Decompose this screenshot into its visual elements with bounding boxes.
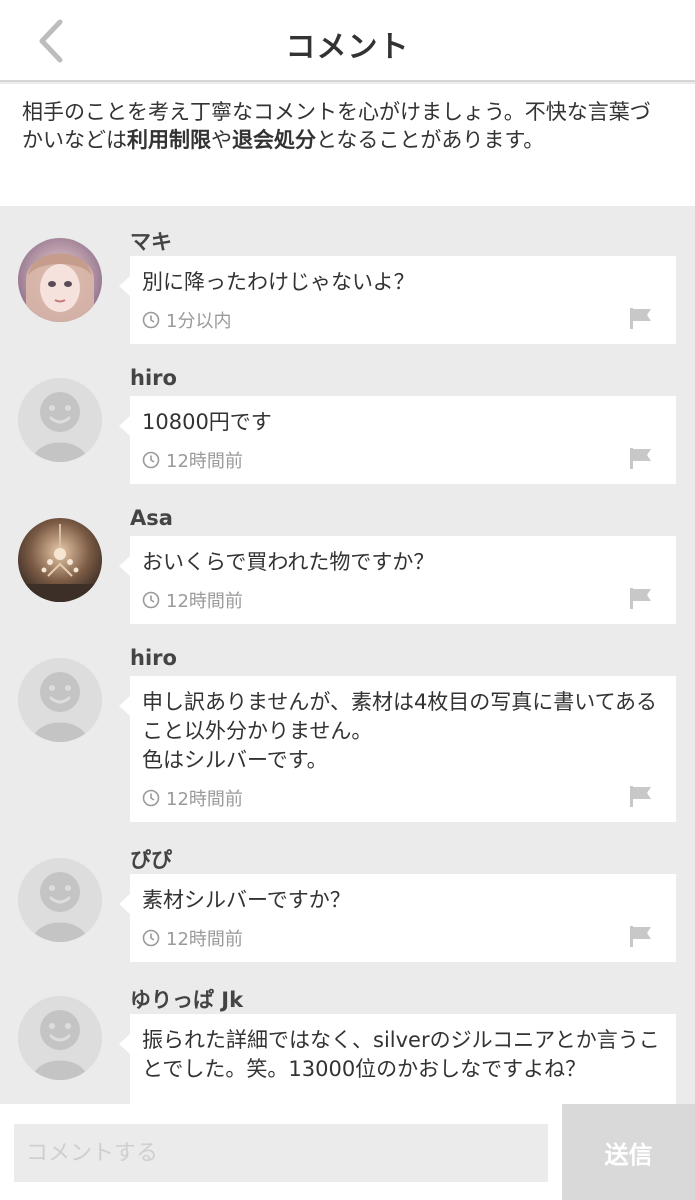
comment-text: 申し訳ありませんが、素材は4枚目の写真に書いてあること以外分かりません。 色はシ… <box>142 690 658 772</box>
comment-time: 1分以内 <box>166 311 232 332</box>
avatar[interactable] <box>18 858 102 942</box>
clock-icon <box>142 591 160 609</box>
flag-icon <box>628 308 654 334</box>
comment-bubble: 申し訳ありませんが、素材は4枚目の写真に書いてあること以外分かりません。 色はシ… <box>119 676 676 822</box>
comment-notice: 相手のことを考え丁寧なコメントを心がけましょう。不快な言葉づかいなどは利用制限や… <box>0 84 695 206</box>
report-button[interactable] <box>628 306 654 330</box>
comment-input-bar: 送信 <box>0 1104 695 1200</box>
comment-text: 別に降ったわけじゃないよ？ <box>142 270 415 294</box>
comment-text: 振られた詳細ではなく、silverのジルコニアとか言うことでした。笑。13000… <box>142 1028 660 1081</box>
comment-list[interactable]: マキ 別に降ったわけじゃないよ？ 1分以内 hiro 10800円です 12時間… <box>0 206 695 1104</box>
comment-time: 12時間前 <box>166 789 243 810</box>
comment-input[interactable] <box>14 1124 548 1182</box>
comment-timestamp: 12時間前 <box>142 588 243 612</box>
comment-timestamp: 12時間前 <box>142 926 243 950</box>
comment-username: hiro <box>130 366 177 390</box>
comment-username: ぴぴ <box>130 848 172 872</box>
page-title: コメント <box>285 30 410 65</box>
comment-item: ぴぴ 素材シルバーですか？ 12時間前 <box>0 822 695 962</box>
notice-emphasis-withdrawal: 退会処分 <box>232 128 316 152</box>
avatar[interactable] <box>18 996 102 1080</box>
notice-text: や <box>211 128 232 152</box>
report-button[interactable] <box>628 586 654 610</box>
comment-text: 10800円です <box>142 410 272 434</box>
comment-username: ゆりっぱ Jk <box>130 988 244 1012</box>
clock-icon <box>142 929 160 947</box>
clock-icon <box>142 311 160 329</box>
notice-emphasis-restriction: 利用制限 <box>127 128 211 152</box>
comment-item: マキ 別に降ったわけじゃないよ？ 1分以内 <box>0 206 695 346</box>
flag-icon <box>628 448 654 474</box>
comment-screen: コメント 相手のことを考え丁寧なコメントを心がけましょう。不快な言葉づかいなどは… <box>0 0 695 1200</box>
report-button[interactable] <box>628 924 654 948</box>
avatar[interactable] <box>18 238 102 322</box>
comment-username: Asa <box>130 506 173 530</box>
comment-timestamp: 12時間前 <box>142 786 243 810</box>
flag-icon <box>628 926 654 952</box>
report-button[interactable] <box>628 446 654 470</box>
comment-text: おいくらで買われた物ですか？ <box>142 550 435 574</box>
avatar[interactable] <box>18 658 102 742</box>
comment-username: hiro <box>130 646 177 670</box>
comment-item: hiro 申し訳ありませんが、素材は4枚目の写真に書いてあること以外分かりません… <box>0 626 695 822</box>
clock-icon <box>142 789 160 807</box>
comment-bubble: 10800円です 12時間前 <box>119 396 676 484</box>
clock-icon <box>142 451 160 469</box>
comment-bubble: おいくらで買われた物ですか？ 12時間前 <box>119 536 676 624</box>
comment-item: ゆりっぱ Jk 振られた詳細ではなく、silverのジルコニアとか言うことでした… <box>0 962 695 1104</box>
comment-text: 素材シルバーですか？ <box>142 888 351 912</box>
flag-icon <box>628 786 654 812</box>
comment-time: 12時間前 <box>166 929 243 950</box>
comment-time: 12時間前 <box>166 451 243 472</box>
notice-text: となることがあります。 <box>316 128 545 152</box>
comment-bubble: 振られた詳細ではなく、silverのジルコニアとか言うことでした。笑。13000… <box>119 1014 676 1104</box>
comment-timestamp: 1分以内 <box>142 308 231 332</box>
header: コメント <box>0 0 695 82</box>
comment-item: Asa おいくらで買われた物ですか？ 12時間前 <box>0 486 695 626</box>
comment-bubble: 別に降ったわけじゃないよ？ 1分以内 <box>119 256 676 344</box>
comment-item: hiro 10800円です 12時間前 <box>0 346 695 486</box>
comment-time: 12時間前 <box>166 591 243 612</box>
comment-username: マキ <box>130 230 172 254</box>
avatar[interactable] <box>18 378 102 462</box>
comment-bubble: 素材シルバーですか？ 12時間前 <box>119 874 676 962</box>
flag-icon <box>628 588 654 614</box>
send-button[interactable]: 送信 <box>562 1104 695 1200</box>
avatar[interactable] <box>18 518 102 602</box>
comment-timestamp: 12時間前 <box>142 448 243 472</box>
report-button[interactable] <box>628 784 654 808</box>
